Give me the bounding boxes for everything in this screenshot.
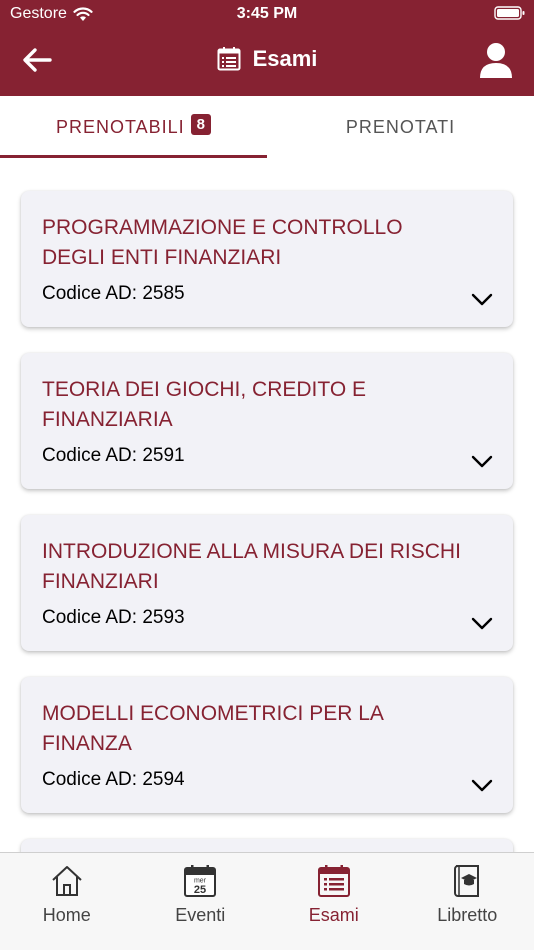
- tabbar-label: Libretto: [437, 905, 498, 925]
- exam-title: PROGRAMMAZIONE E CONTROLLO DEGLI ENTI FI…: [42, 216, 403, 269]
- page-title: Esami: [0, 46, 534, 72]
- grade-book-icon: [454, 865, 480, 897]
- exam-list-icon: [317, 865, 350, 897]
- tabbar-item-home[interactable]: Home: [0, 853, 134, 950]
- tabbar-label: Eventi: [175, 905, 226, 925]
- exam-card[interactable]: TEORIA DEI GIOCHI, CREDITO E FINANZIARIA…: [21, 353, 513, 489]
- exam-title: TEORIA DEI GIOCHI, CREDITO E FINANZIARIA: [42, 378, 366, 431]
- app-header: Gestore 3:45 PM Esami: [0, 0, 534, 96]
- tabbar-label: Esami: [308, 905, 359, 925]
- tab-prenotabili[interactable]: PRENOTABILI 8: [0, 96, 267, 158]
- exam-title: INTRODUZIONE ALLA MISURA DEI RISCHI FINA…: [42, 540, 461, 593]
- tabbar-label: Home: [42, 905, 91, 925]
- exam-card[interactable]: INTRODUZIONE ALLA MISURA DEI RISCHI FINA…: [21, 515, 513, 651]
- exam-card-partial[interactable]: [21, 839, 513, 852]
- exam-card[interactable]: PROGRAMMAZIONE E CONTROLLO DEGLI ENTI FI…: [21, 191, 513, 327]
- calendar-icon: mer 25: [184, 865, 217, 897]
- chevron-down-icon[interactable]: [471, 455, 493, 469]
- tab-prenotati-label: PRENOTATI: [345, 116, 456, 137]
- home-icon: [52, 866, 82, 896]
- page-title-text: Esami: [252, 46, 318, 71]
- tab-prenotabili-label: PRENOTABILI: [55, 116, 185, 137]
- tabbar-item-libretto[interactable]: Libretto: [401, 853, 534, 950]
- exam-card[interactable]: MODELLI ECONOMETRICI PER LA FINANZA Codi…: [21, 677, 513, 813]
- status-bar: Gestore 3:45 PM: [0, 0, 534, 30]
- count-badge: 8: [190, 113, 212, 135]
- exam-list: PROGRAMMAZIONE E CONTROLLO DEGLI ENTI FI…: [0, 158, 534, 852]
- segment-tabs: PRENOTABILI 8 PRENOTATI: [0, 96, 534, 158]
- tab-prenotati[interactable]: PRENOTATI: [267, 96, 534, 158]
- nav-bar: Esami: [0, 30, 534, 94]
- bottom-tab-bar: Home mer 25 Eventi Esami Libretto: [0, 852, 534, 950]
- chevron-down-icon[interactable]: [471, 779, 493, 793]
- user-profile-icon[interactable]: [478, 42, 514, 80]
- exam-list-icon: [217, 47, 241, 71]
- exam-code: Codice AD: 2594: [42, 769, 185, 790]
- exam-code: Codice AD: 2591: [42, 445, 185, 466]
- chevron-down-icon[interactable]: [471, 293, 493, 307]
- chevron-down-icon[interactable]: [471, 617, 493, 631]
- calendar-date-text: 25: [194, 884, 206, 896]
- battery-icon: [494, 6, 525, 20]
- status-time: 3:45 PM: [236, 5, 298, 22]
- exam-code: Codice AD: 2585: [42, 283, 185, 304]
- tabbar-item-esami[interactable]: Esami: [267, 853, 401, 950]
- tabbar-item-eventi[interactable]: mer 25 Eventi: [134, 853, 268, 950]
- exam-code: Codice AD: 2593: [42, 607, 185, 628]
- exam-title: MODELLI ECONOMETRICI PER LA FINANZA: [42, 702, 383, 755]
